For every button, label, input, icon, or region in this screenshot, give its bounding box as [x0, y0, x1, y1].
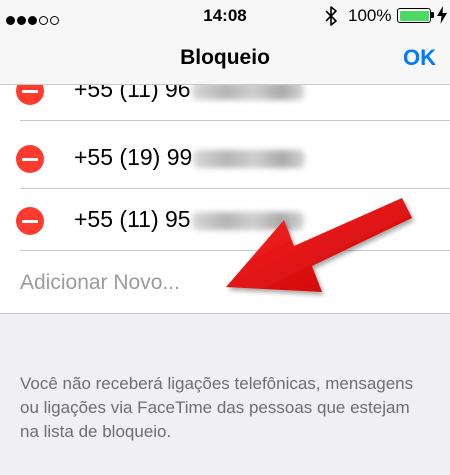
bluetooth-icon	[325, 6, 337, 26]
page-title: Bloqueio	[180, 46, 270, 69]
redacted-digits	[191, 85, 304, 100]
charging-bolt-icon	[437, 6, 447, 24]
list-item: +55 (19) 99	[0, 127, 450, 189]
list-item: +55 (11) 96	[0, 85, 450, 121]
phone-number: +55 (11) 96	[74, 85, 304, 103]
navigation-bar: Bloqueio OK	[0, 32, 450, 85]
phone-number: +55 (11) 95	[74, 206, 304, 233]
delete-button[interactable]	[16, 85, 44, 105]
redacted-digits	[193, 149, 306, 168]
battery-fill	[399, 10, 429, 21]
delete-button[interactable]	[16, 145, 44, 173]
row-separator	[20, 120, 450, 121]
status-bar: 14:08 100%	[0, 0, 450, 32]
delete-button[interactable]	[16, 207, 44, 235]
blocked-list: +55 (11) 96 +55 (19) 99 +55 (11) 95 Adic…	[0, 85, 450, 314]
battery-nub	[431, 12, 434, 18]
battery-icon	[397, 8, 431, 23]
list-item: +55 (11) 95	[0, 189, 450, 251]
add-new-button[interactable]: Adicionar Novo...	[20, 271, 180, 295]
battery-percent: 100%	[348, 6, 392, 25]
redacted-digits	[191, 211, 304, 230]
ok-button[interactable]: OK	[403, 45, 436, 71]
footer-description: Você não receberá ligações telefônicas, …	[20, 374, 414, 441]
row-separator	[20, 250, 450, 251]
phone-number: +55 (19) 99	[74, 144, 306, 171]
